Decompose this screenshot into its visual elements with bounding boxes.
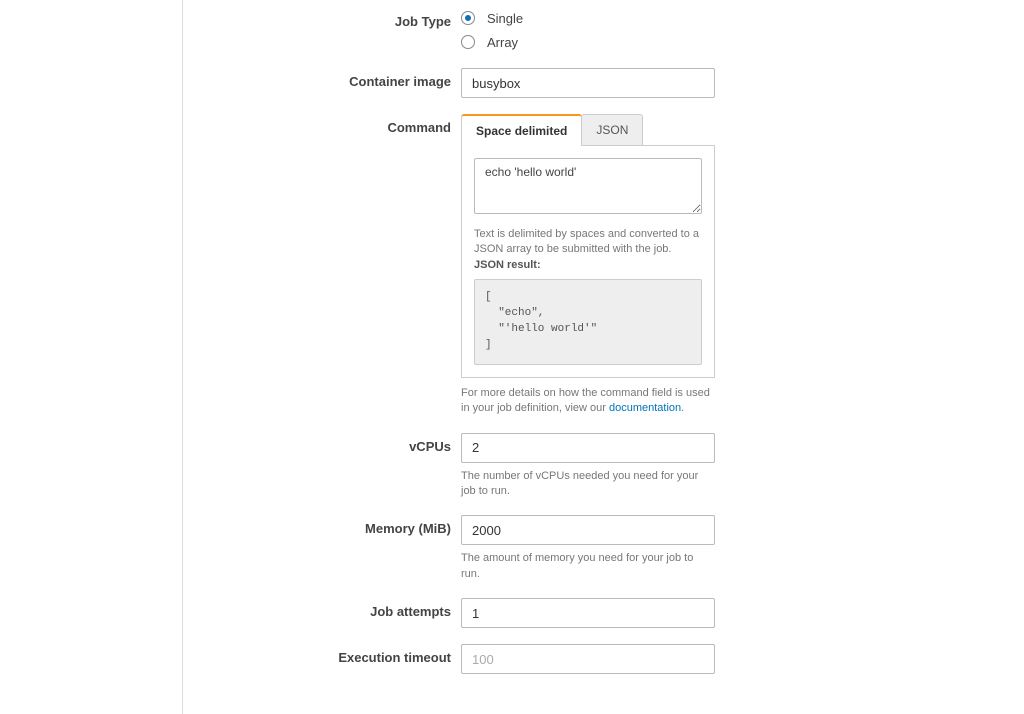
tab-space-delimited[interactable]: Space delimited: [461, 114, 582, 146]
vcpus-help: The number of vCPUs needed you need for …: [461, 469, 711, 500]
memory-input[interactable]: [461, 515, 715, 545]
label-execution-timeout: Execution timeout: [183, 644, 461, 665]
job-type-radio-group: Single Array: [461, 8, 523, 52]
row-job-attempts: Job attempts: [183, 598, 1024, 628]
json-result-box: [ "echo", "'hello world'" ]: [474, 279, 702, 365]
radio-option-array[interactable]: Array: [461, 32, 523, 52]
radio-array-label: Array: [487, 35, 518, 50]
command-textarea[interactable]: echo 'hello world': [474, 158, 702, 214]
row-job-type: Job Type Single Array: [183, 8, 1024, 52]
label-container-image: Container image: [183, 68, 461, 89]
label-vcpus: vCPUs: [183, 433, 461, 454]
label-job-type: Job Type: [183, 8, 461, 29]
memory-help: The amount of memory you need for your j…: [461, 551, 711, 582]
container-image-input[interactable]: [461, 68, 715, 98]
form-container: Job Type Single Array Container image Co…: [182, 0, 1024, 714]
label-memory: Memory (MiB): [183, 515, 461, 536]
command-footer: For more details on how the command fiel…: [461, 386, 715, 417]
execution-timeout-input[interactable]: [461, 644, 715, 674]
command-help: Text is delimited by spaces and converte…: [474, 227, 702, 273]
radio-single-icon: [461, 11, 475, 25]
documentation-link[interactable]: documentation: [609, 402, 681, 414]
row-container-image: Container image: [183, 68, 1024, 98]
radio-single-label: Single: [487, 11, 523, 26]
label-command: Command: [183, 114, 461, 135]
radio-array-icon: [461, 35, 475, 49]
job-attempts-input[interactable]: [461, 598, 715, 628]
vcpus-input[interactable]: [461, 433, 715, 463]
tab-json[interactable]: JSON: [581, 114, 643, 145]
row-command: Command Space delimited JSON echo 'hello…: [183, 114, 1024, 417]
radio-option-single[interactable]: Single: [461, 8, 523, 28]
command-tab-body: echo 'hello world' Text is delimited by …: [461, 146, 715, 378]
command-tabs: Space delimited JSON echo 'hello world' …: [461, 114, 715, 378]
row-execution-timeout: Execution timeout: [183, 644, 1024, 674]
label-job-attempts: Job attempts: [183, 598, 461, 619]
row-memory: Memory (MiB) The amount of memory you ne…: [183, 515, 1024, 582]
row-vcpus: vCPUs The number of vCPUs needed you nee…: [183, 433, 1024, 500]
